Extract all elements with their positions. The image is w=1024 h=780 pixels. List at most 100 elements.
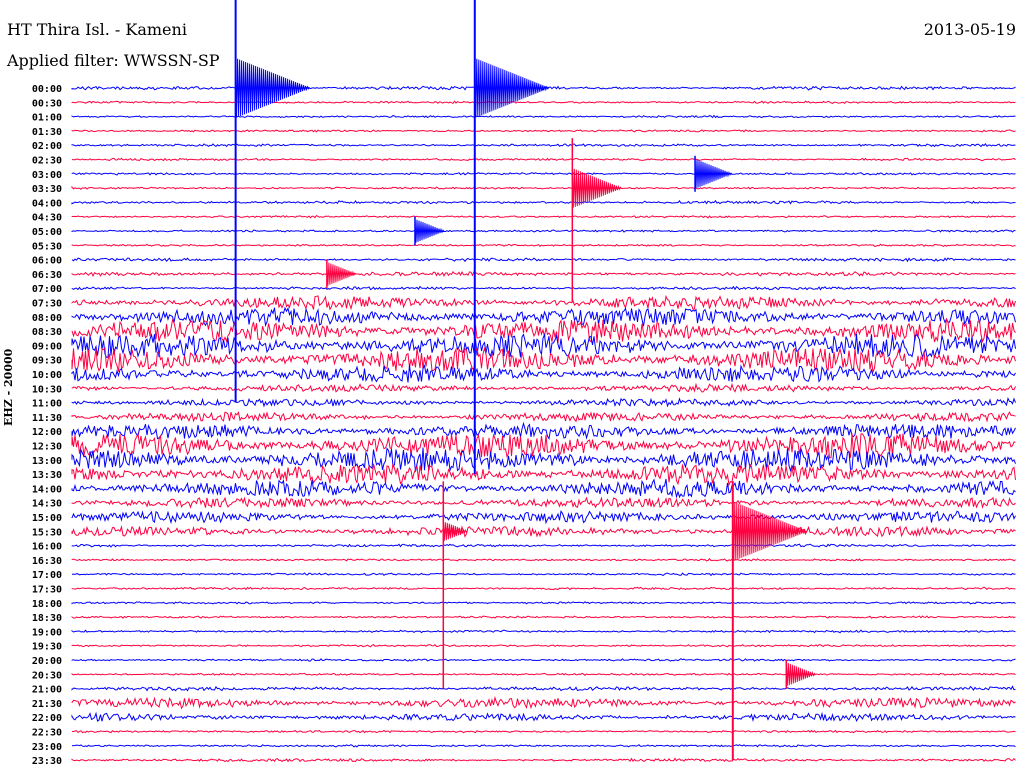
- trace-22:00: [71, 711, 1016, 723]
- trace-15:30: [71, 525, 1016, 538]
- seismic-event: [234, 0, 310, 403]
- time-tick-label: 18:30: [32, 613, 62, 624]
- time-tick-label: 20:00: [32, 656, 62, 667]
- seismic-event: [571, 138, 622, 303]
- trace-20:30: [71, 672, 1016, 676]
- trace-11:00: [71, 397, 1016, 408]
- trace-02:30: [71, 157, 1016, 162]
- trace-03:00: [71, 171, 1016, 176]
- time-tick-label: 08:30: [32, 327, 62, 338]
- time-tick-label: 03:30: [32, 184, 62, 195]
- time-tick-label: 19:00: [32, 627, 62, 638]
- time-tick-label: 02:30: [32, 156, 62, 167]
- time-tick-label: 04:30: [32, 213, 62, 224]
- trace-21:00: [71, 685, 1016, 692]
- time-tick-label: 05:00: [32, 227, 62, 238]
- time-tick-label: 09:00: [32, 341, 62, 352]
- trace-05:30: [71, 243, 1016, 247]
- time-tick-label: 11:30: [32, 413, 62, 424]
- trace-16:00: [71, 543, 1016, 548]
- time-tick-label: 16:30: [32, 556, 62, 567]
- trace-22:30: [72, 729, 1016, 734]
- trace-02:00: [71, 142, 1016, 148]
- time-tick-label: 04:00: [32, 198, 62, 209]
- time-tick-label: 21:30: [32, 699, 62, 710]
- seismic-event: [414, 216, 445, 246]
- time-tick-label: 06:30: [32, 270, 62, 281]
- trace-18:00: [71, 601, 1016, 605]
- trace-10:00: [71, 364, 1016, 383]
- trace-18:30: [71, 615, 1016, 619]
- time-tick-label: 10:00: [32, 370, 62, 381]
- trace-12:00: [71, 421, 1016, 440]
- trace-06:00: [71, 257, 1016, 263]
- time-tick-label: 01:30: [32, 127, 62, 138]
- helicorder-plot: 00:00 00:30 01:00 01:30 02:00 02:30 03:00 03:30…: [32, 0, 1016, 767]
- trace-01:00: [71, 114, 1016, 119]
- time-tick-label: 17:00: [32, 570, 62, 581]
- trace-23:30: [71, 757, 1016, 763]
- trace-00:30: [71, 100, 1016, 105]
- time-tick-label: 01:00: [32, 113, 62, 124]
- trace-03:30: [71, 185, 1016, 190]
- trace-07:30: [71, 294, 1016, 311]
- trace-05:00: [71, 229, 1016, 233]
- seismic-event: [731, 481, 808, 761]
- time-tick-label: 15:00: [32, 513, 62, 524]
- time-tick-label: 19:30: [32, 642, 62, 653]
- time-tick-label: 22:00: [32, 713, 62, 724]
- time-tick-label: 05:30: [32, 241, 62, 252]
- trace-14:00: [71, 478, 1016, 499]
- trace-20:00: [71, 658, 1016, 662]
- trace-16:30: [71, 558, 1016, 562]
- time-tick-label: 23:30: [32, 756, 62, 767]
- seismic-event: [326, 259, 357, 289]
- seismic-event: [694, 155, 733, 192]
- trace-19:00: [71, 629, 1016, 634]
- time-tick-label: 16:00: [32, 542, 62, 553]
- time-tick-label: 23:00: [32, 742, 62, 753]
- time-tick-label: 07:30: [32, 299, 62, 310]
- trace-19:30: [71, 643, 1016, 648]
- time-tick-label: 22:30: [32, 728, 62, 739]
- trace-17:30: [71, 586, 1016, 591]
- time-tick-label: 13:00: [32, 456, 62, 467]
- time-tick-label: 11:00: [32, 399, 62, 410]
- trace-01:30: [71, 129, 1016, 133]
- trace-14:30: [71, 496, 1016, 510]
- time-tick-label: 17:30: [32, 585, 62, 596]
- time-tick-label: 00:00: [32, 84, 62, 95]
- time-tick-label: 02:00: [32, 141, 62, 152]
- trace-07:00: [71, 285, 1016, 291]
- trace-15:00: [71, 510, 1016, 525]
- time-tick-label: 10:30: [32, 384, 62, 395]
- trace-17:00: [71, 572, 1016, 577]
- time-tick-label: 07:00: [32, 284, 62, 295]
- trace-08:00: [71, 306, 1016, 328]
- time-tick-label: 09:30: [32, 356, 62, 367]
- trace-10:30: [71, 382, 1016, 393]
- time-tick-label: 18:00: [32, 599, 62, 610]
- time-tick-label: 12:00: [32, 427, 62, 438]
- seismic-event: [785, 659, 816, 689]
- time-tick-label: 15:30: [32, 527, 62, 538]
- time-tick-label: 21:00: [32, 685, 62, 696]
- time-tick-label: 20:30: [32, 670, 62, 681]
- time-tick-label: 08:00: [32, 313, 62, 324]
- trace-04:30: [71, 214, 1016, 219]
- time-tick-label: 13:30: [32, 470, 62, 481]
- trace-13:30: [71, 463, 1016, 487]
- time-tick-label: 00:30: [32, 98, 62, 109]
- trace-23:00: [71, 744, 1016, 748]
- time-tick-label: 14:30: [32, 499, 62, 510]
- seismic-event: [442, 481, 468, 689]
- trace-06:30: [71, 270, 1016, 278]
- trace-09:00: [71, 332, 1016, 359]
- trace-11:30: [71, 411, 1016, 423]
- trace-21:30: [71, 695, 1016, 710]
- time-tick-label: 14:00: [32, 484, 62, 495]
- trace-08:30: [71, 317, 1016, 344]
- trace-04:00: [71, 199, 1016, 205]
- time-tick-label: 03:00: [32, 170, 62, 181]
- time-tick-label: 06:00: [32, 256, 62, 267]
